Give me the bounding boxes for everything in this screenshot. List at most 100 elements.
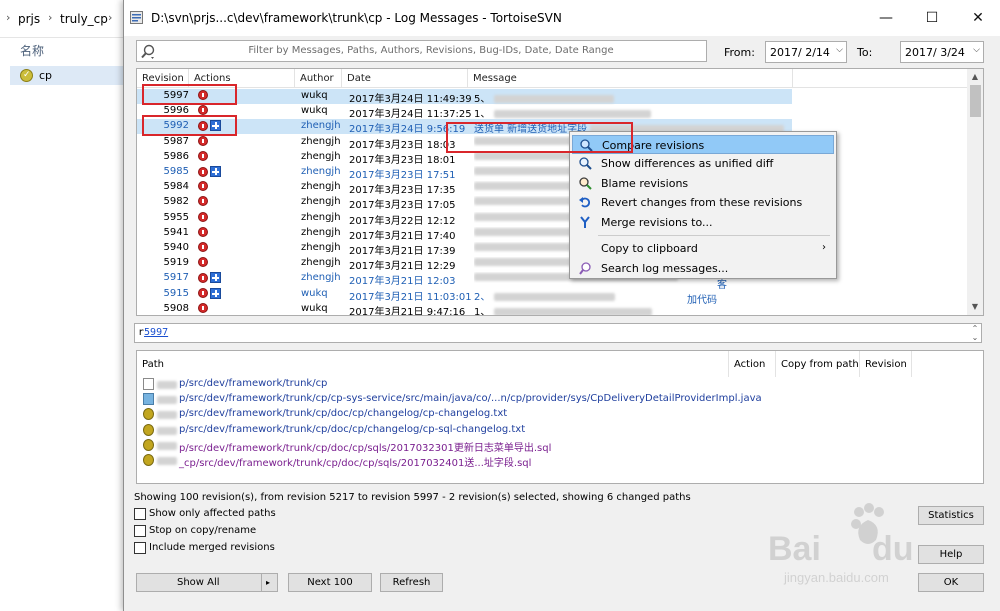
modified-icon: [143, 393, 154, 406]
search-log-icon: [579, 262, 591, 275]
revision-list-scrollbar[interactable]: ▲ ▼: [967, 69, 983, 315]
statistics-button[interactable]: Statistics: [918, 506, 984, 525]
actions-icons: [198, 135, 238, 147]
close-button[interactable]: ✕: [955, 0, 1000, 36]
added-action-icon: [210, 272, 221, 284]
column-header-action[interactable]: Action: [729, 351, 776, 377]
chevron-right-icon: ›: [6, 11, 11, 24]
filter-input[interactable]: Filter by Messages, Paths, Authors, Revi…: [136, 40, 707, 62]
title-bar[interactable]: D:\svn\prjs...c\dev\framework\trunk\cp -…: [124, 0, 1000, 36]
date-cell: 2017年3月24日 11:37:25: [349, 109, 472, 121]
log-messages-dialog: D:\svn\prjs...c\dev\framework\trunk\cp -…: [123, 0, 1000, 611]
author-cell: wukq: [301, 105, 328, 117]
maximize-button[interactable]: ☐: [909, 0, 955, 36]
column-header-date[interactable]: Date: [342, 69, 468, 88]
date-cell: 2017年3月23日 17:35: [349, 185, 456, 197]
checkmark-icon: ✓: [23, 70, 31, 80]
name-column-header[interactable]: 名称: [20, 42, 44, 59]
chevron-down-icon[interactable]: ⌵: [973, 45, 980, 55]
menu-item-unified-diff[interactable]: Show differences as unified diff: [572, 154, 834, 173]
author-cell: zhengjh: [301, 257, 341, 269]
svg-text:Bai: Bai: [768, 530, 821, 568]
actions-icons: [198, 287, 238, 300]
column-header-copy-from-path[interactable]: Copy from path: [776, 351, 860, 377]
menu-item-search-log[interactable]: Search log messages...: [572, 259, 834, 278]
baidu-watermark-logo: Bai du jingyan.baidu.com: [768, 503, 914, 585]
date-cell: 2017年3月22日 12:12: [349, 215, 456, 227]
show-all-label: Show All: [177, 577, 220, 588]
help-button[interactable]: Help: [918, 545, 984, 564]
deleted-action-icon: [198, 135, 208, 146]
log-message-text: r5997: [138, 327, 169, 338]
added-action-icon: [210, 287, 221, 299]
path-row[interactable]: _cp/src/dev/framework/trunk/cp/doc/cp/sq…: [143, 453, 723, 469]
revision-context-menu: Compare revisions Show differences as un…: [569, 131, 837, 279]
chevron-right-icon: ›: [108, 11, 113, 24]
added-icon: [143, 423, 154, 436]
path-row[interactable]: p/src/dev/framework/trunk/cp: [143, 377, 723, 392]
show-all-button[interactable]: Show All ▸: [136, 573, 278, 592]
menu-item-blame-revisions[interactable]: Blame revisions: [572, 174, 834, 193]
annotation-box: [446, 122, 633, 153]
revision-number: 5917: [163, 272, 189, 284]
actions-icons: [198, 242, 238, 253]
menu-item-revert-changes[interactable]: Revert changes from these revisions: [572, 193, 834, 212]
svg-text:jingyan.baidu.com: jingyan.baidu.com: [783, 570, 889, 585]
merge-icon: [580, 216, 590, 228]
path-row[interactable]: p/src/dev/framework/trunk/cp/doc/cp/chan…: [143, 423, 723, 438]
column-header-author[interactable]: Author: [295, 69, 342, 88]
annotation-box: [142, 84, 237, 105]
breadcrumb-item-truly-cp[interactable]: truly_cp: [60, 12, 108, 26]
column-header-message[interactable]: Message: [468, 69, 793, 88]
path-row[interactable]: p/src/dev/framework/trunk/cp/doc/cp/sqls…: [143, 438, 723, 454]
dropdown-arrow-icon[interactable]: ▸: [266, 574, 270, 591]
menu-label: Blame revisions: [601, 177, 689, 190]
scroll-up-icon[interactable]: ▲: [967, 70, 983, 84]
chevron-down-icon[interactable]: ⌵: [836, 45, 843, 55]
path-text: p/src/dev/framework/trunk/cp: [179, 378, 328, 389]
menu-item-copy-to-clipboard[interactable]: Copy to clipboard ›: [572, 239, 834, 258]
scroll-down-icon[interactable]: ⌄: [967, 331, 983, 345]
folder-label: cp: [39, 69, 53, 82]
from-label: From:: [724, 46, 755, 59]
scroll-thumb[interactable]: [970, 85, 981, 117]
date-cell: 2017年3月21日 12:29: [349, 261, 456, 273]
deleted-action-icon: [198, 272, 208, 283]
log-message-field[interactable]: r5997 ⌃ ⌄: [134, 323, 982, 343]
path-text: p/src/dev/framework/trunk/cp/doc/cp/chan…: [179, 408, 508, 420]
checkbox-box[interactable]: [134, 508, 146, 520]
folder-item-cp[interactable]: ✓ cp: [10, 66, 125, 85]
message-cell: 1、: [474, 303, 790, 315]
author-cell: zhengjh: [301, 226, 341, 238]
menu-label: Search log messages...: [601, 262, 729, 275]
message-fragment: 加代码: [687, 295, 717, 306]
revision-link[interactable]: 5997: [144, 327, 168, 338]
column-header-path[interactable]: Path: [137, 351, 729, 377]
path-row[interactable]: p/src/dev/framework/trunk/cp/cp-sys-serv…: [143, 392, 762, 407]
search-icon[interactable]: [140, 44, 156, 60]
menu-item-merge-revisions[interactable]: Merge revisions to...: [572, 213, 834, 232]
path-row[interactable]: p/src/dev/framework/trunk/cp/doc/cp/chan…: [143, 407, 723, 422]
revision-number: 5919: [163, 257, 189, 269]
scroll-down-icon[interactable]: ▼: [967, 300, 983, 314]
to-date-picker[interactable]: 2017/ 3/24 ⌵: [900, 41, 984, 63]
breadcrumb-item-prjs[interactable]: prjs: [18, 12, 40, 26]
revision-list-header: Revision Actions Author Date Message: [137, 69, 969, 88]
author-cell: wukq: [301, 287, 328, 299]
menu-label: Copy to clipboard: [601, 242, 698, 255]
checkbox-box[interactable]: [134, 525, 146, 537]
svg-text:du: du: [872, 530, 914, 568]
ok-button[interactable]: OK: [918, 573, 984, 592]
changed-paths-list[interactable]: Path Action Copy from path Revision p/sr…: [136, 350, 984, 484]
date-cell: 2017年3月24日 11:49:39: [349, 94, 472, 105]
deleted-action-icon: [198, 166, 208, 177]
to-label: To:: [857, 46, 873, 59]
minimize-button[interactable]: —: [863, 0, 909, 36]
date-cell: 2017年3月21日 11:03:01: [349, 291, 472, 303]
from-date-picker[interactable]: 2017/ 2/14 ⌵: [765, 41, 847, 63]
refresh-button[interactable]: Refresh: [380, 573, 443, 592]
column-header-revision[interactable]: Revision: [860, 351, 912, 377]
next-100-button[interactable]: Next 100: [288, 573, 372, 592]
checkbox-box[interactable]: [134, 542, 146, 554]
revision-list[interactable]: Revision Actions Author Date Message 599…: [136, 68, 984, 316]
